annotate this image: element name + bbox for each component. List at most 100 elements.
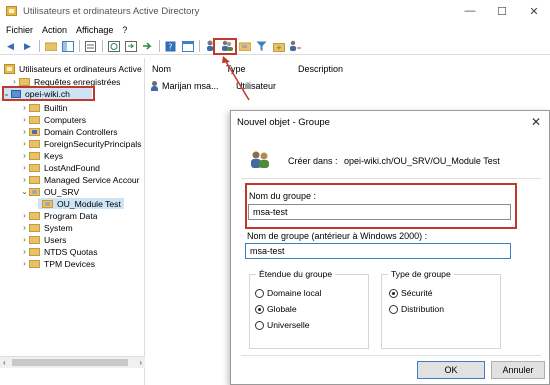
forward-icon[interactable]: ▶ [21, 40, 34, 53]
minimize-button[interactable]: — [454, 0, 486, 22]
tree-item-label: NTDS Quotas [44, 246, 98, 257]
expand-chevron-icon[interactable]: › [20, 139, 29, 148]
export-list-icon[interactable] [124, 40, 137, 53]
radio-unchecked-icon[interactable] [255, 288, 264, 298]
scroll-left-icon[interactable]: ‹ [3, 358, 6, 367]
expand-chevron-icon[interactable]: › [20, 259, 29, 268]
tree-item-foreign-security-principals[interactable]: › ForeignSecurityPrincipals [20, 138, 141, 149]
group-name-legacy-label: Nom de groupe (antérieur à Windows 2000)… [247, 231, 428, 241]
console-icon[interactable] [181, 40, 194, 53]
radio-unchecked-icon[interactable] [389, 304, 398, 314]
radio-checked-icon[interactable] [255, 304, 264, 314]
window-title: Utilisateurs et ordinateurs Active Direc… [23, 5, 200, 17]
help-icon[interactable]: ? [164, 40, 177, 53]
expand-chevron-icon[interactable]: › [20, 211, 29, 220]
navigation-tree: Utilisateurs et ordinateurs Active › Req… [0, 58, 145, 385]
type-security-radio[interactable]: Sécurité [389, 288, 433, 298]
tree-item-system[interactable]: › System [20, 222, 73, 233]
tree-item-label: Requêtes enregistrées [34, 76, 121, 87]
group-name-legacy-input[interactable]: msa-test [245, 243, 511, 259]
filter-icon[interactable] [255, 40, 268, 53]
toolbar-separator [102, 40, 103, 52]
collapse-chevron-icon[interactable]: ⌄ [20, 187, 29, 196]
expand-chevron-icon[interactable]: › [20, 115, 29, 124]
tree-item-program-data[interactable]: › Program Data [20, 210, 98, 221]
menu-view[interactable]: Affichage [76, 25, 113, 35]
properties-icon[interactable] [84, 40, 97, 53]
toolbar: ◀ ▶ ? * + [0, 38, 550, 55]
folder-icon [29, 163, 40, 172]
tree-item-label: Users [44, 234, 67, 245]
tree-item-builtin[interactable]: › Builtin [20, 102, 67, 113]
list-item-type: Utilisateur [236, 81, 277, 91]
dialog-close-button[interactable]: ✕ [531, 115, 541, 129]
scope-global-radio[interactable]: Globale [255, 304, 297, 314]
svg-text:+: + [276, 44, 282, 52]
expand-chevron-icon[interactable]: › [20, 151, 29, 160]
menu-file[interactable]: Fichier [6, 25, 33, 35]
tree-root[interactable]: Utilisateurs et ordinateurs Active [4, 63, 142, 74]
new-group-highlight [213, 38, 237, 55]
expand-chevron-icon[interactable]: › [20, 103, 29, 112]
tree-item-computers[interactable]: › Computers [20, 114, 86, 125]
show-tree-icon[interactable] [61, 40, 74, 53]
folder-icon [29, 115, 40, 124]
tree-item-domain-controllers[interactable]: › Domain Controllers [20, 126, 117, 137]
tree-item-label: OU_Module Test [57, 198, 121, 209]
scroll-right-icon[interactable]: › [139, 358, 142, 367]
expand-chevron-icon[interactable]: › [20, 247, 29, 256]
radio-label: Distribution [401, 304, 444, 314]
refresh-icon[interactable] [107, 40, 120, 53]
expand-chevron-icon[interactable]: › [20, 175, 29, 184]
title-bar: Utilisateurs et ordinateurs Active Direc… [0, 0, 550, 22]
add-to-group-icon[interactable]: + [272, 40, 285, 53]
scope-domain-local-radio[interactable]: Domaine local [255, 288, 321, 298]
tree-item-label: OU_SRV [44, 186, 80, 197]
expand-chevron-icon[interactable]: › [10, 77, 19, 86]
new-ou-icon[interactable] [238, 40, 251, 53]
tree-item-users[interactable]: › Users [20, 234, 66, 245]
menu-action[interactable]: Action [42, 25, 67, 35]
column-name[interactable]: Nom [152, 64, 171, 74]
tree-item-lost-and-found[interactable]: › LostAndFound [20, 162, 100, 173]
folder-icon [29, 151, 40, 160]
ou-folder-icon [42, 199, 53, 208]
type-distribution-radio[interactable]: Distribution [389, 304, 444, 314]
radio-label: Domaine local [267, 288, 322, 298]
tree-item-ntds-quotas[interactable]: › NTDS Quotas [20, 246, 98, 257]
list-item[interactable]: Marijan msa... Utilisateur [150, 80, 276, 92]
tree-item-label: Keys [44, 150, 64, 161]
export-icon[interactable] [141, 40, 154, 53]
menu-help[interactable]: ? [122, 25, 127, 35]
maximize-button[interactable]: ☐ [486, 0, 518, 22]
scope-universal-radio[interactable]: Universelle [255, 320, 310, 330]
back-icon[interactable]: ◀ [4, 40, 17, 53]
radio-checked-icon[interactable] [389, 288, 398, 298]
tree-item-ou-srv[interactable]: ⌄ OU_SRV [20, 186, 79, 197]
delegate-icon[interactable] [289, 40, 302, 53]
tree-item-label: Program Data [44, 210, 98, 221]
tree-item-label: ForeignSecurityPrincipals [44, 138, 142, 149]
folder-up-icon[interactable] [44, 40, 57, 53]
folder-icon [29, 223, 40, 232]
scrollbar-thumb[interactable] [12, 359, 128, 366]
ok-button[interactable]: OK [417, 361, 485, 379]
folder-icon [29, 247, 40, 256]
tree-item-tpm-devices[interactable]: › TPM Devices [20, 258, 95, 269]
expand-chevron-icon[interactable]: › [20, 127, 29, 136]
tree-horizontal-scrollbar[interactable]: ‹ › [0, 356, 145, 368]
tree-item-label: System [44, 222, 73, 233]
radio-unchecked-icon[interactable] [255, 320, 264, 330]
close-button[interactable]: ✕ [518, 0, 550, 22]
tree-item-keys[interactable]: › Keys [20, 150, 63, 161]
expand-chevron-icon[interactable]: › [20, 163, 29, 172]
tree-item-managed-service-accounts[interactable]: › Managed Service Accour [20, 174, 139, 185]
cancel-button[interactable]: Annuler [491, 361, 545, 379]
tree-item-ou-module-test[interactable]: OU_Module Test [38, 198, 124, 209]
column-description[interactable]: Description [298, 64, 343, 74]
column-type[interactable]: Type [226, 64, 246, 74]
folder-icon [29, 259, 40, 268]
toolbar-separator [39, 40, 40, 52]
expand-chevron-icon[interactable]: › [20, 235, 29, 244]
expand-chevron-icon[interactable]: › [20, 223, 29, 232]
